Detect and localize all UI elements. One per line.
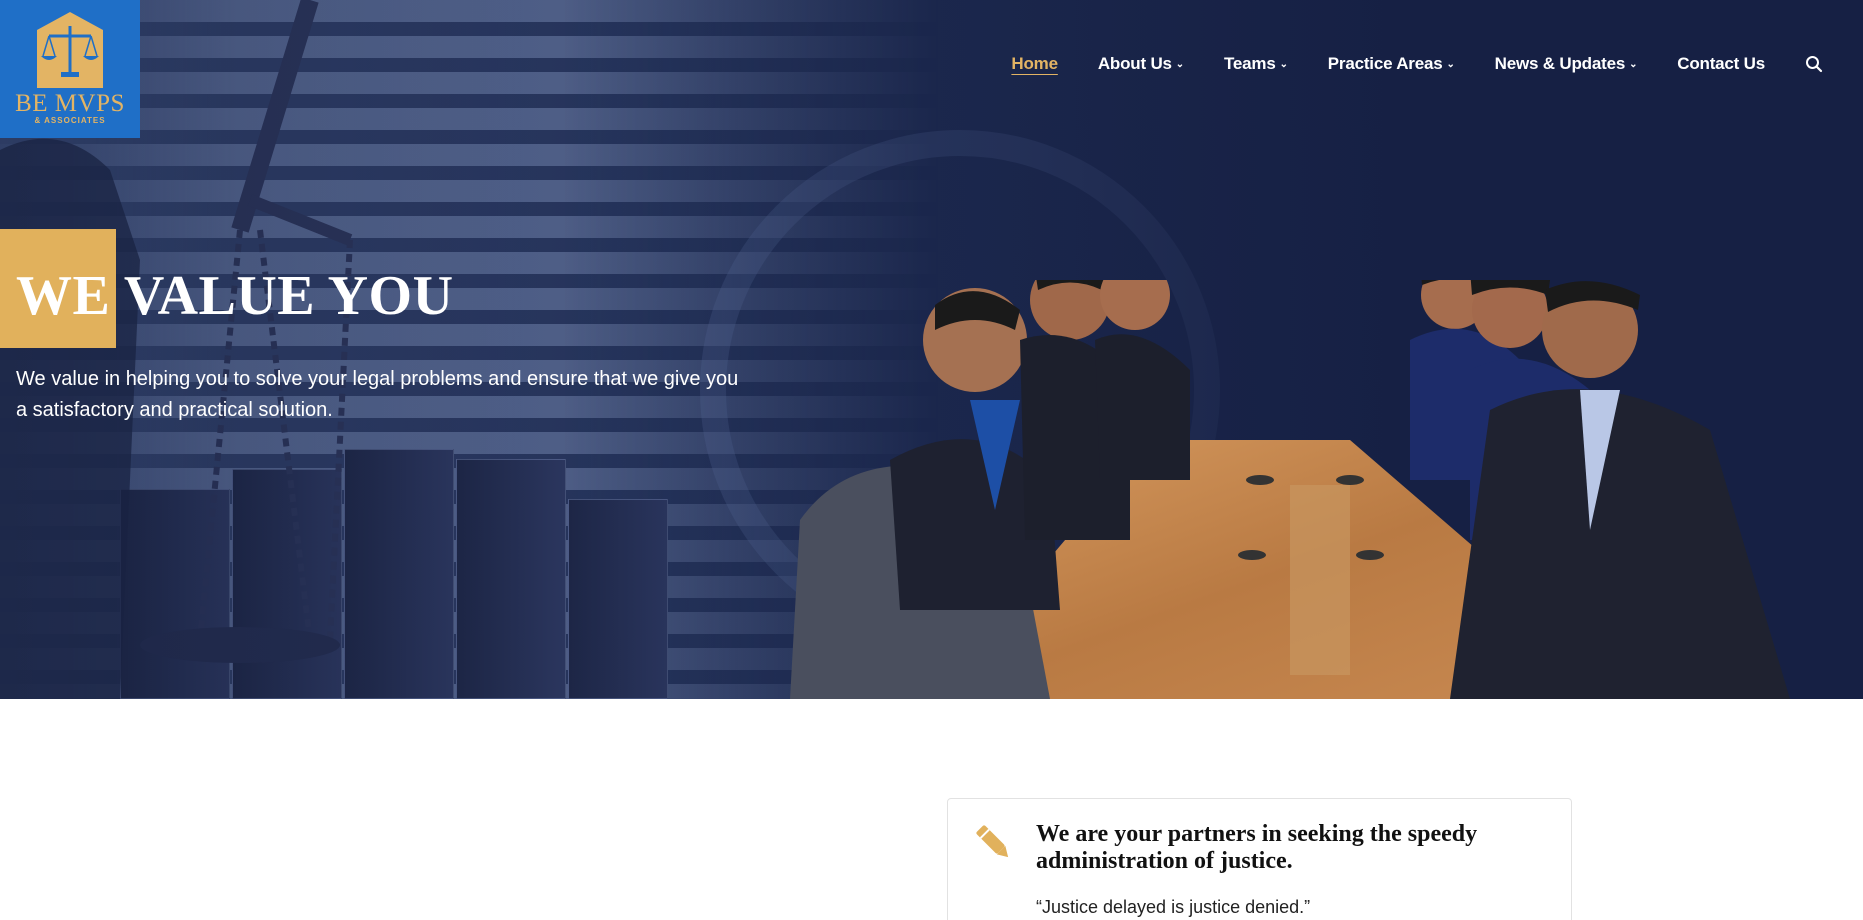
main-nav: Home About Us ⌄ Teams ⌄ Practice Areas ⌄…	[971, 54, 1823, 74]
card-title: We are your partners in seeking the spee…	[1036, 821, 1478, 874]
nav-home[interactable]: Home	[1011, 54, 1058, 74]
nav-practice-areas[interactable]: Practice Areas ⌄	[1328, 54, 1455, 74]
nav-home-label: Home	[1011, 54, 1058, 73]
hero-headline: WE VALUE YOU	[16, 265, 454, 327]
nav-contact-us[interactable]: Contact Us	[1677, 54, 1765, 74]
nav-contact-us-label: Contact Us	[1677, 54, 1765, 73]
card-quote: “Justice delayed is justice denied.”	[1036, 897, 1311, 917]
chevron-down-icon: ⌄	[1175, 58, 1184, 70]
logo-subtitle: & ASSOCIATES	[34, 116, 106, 125]
nav-about-us-label: About Us	[1097, 54, 1172, 73]
pencil-icon	[976, 825, 1009, 858]
justice-card: We are your partners in seeking the spee…	[947, 798, 1572, 920]
team-photo	[790, 280, 1790, 699]
nav-teams-label: Teams	[1223, 54, 1276, 73]
chevron-down-icon: ⌄	[1279, 58, 1288, 70]
hero-subhead: We value in helping you to solve your le…	[16, 368, 739, 421]
nav-news-updates-label: News & Updates	[1494, 54, 1626, 73]
brand-logo[interactable]: BE MVPS & ASSOCIATES	[0, 0, 140, 138]
logo-name: BE MVPS	[15, 90, 125, 117]
nav-news-updates[interactable]: News & Updates ⌄	[1495, 54, 1638, 74]
scales-logo-icon	[37, 12, 103, 88]
search-icon[interactable]	[1805, 55, 1823, 73]
chevron-down-icon: ⌄	[1629, 58, 1638, 70]
nav-practice-areas-label: Practice Areas	[1327, 54, 1443, 73]
nav-about-us[interactable]: About Us ⌄	[1098, 54, 1184, 74]
hero-banner: BE MVPS & ASSOCIATES Home About Us ⌄ Tea…	[0, 0, 1863, 699]
chevron-down-icon: ⌄	[1446, 58, 1455, 70]
nav-teams[interactable]: Teams ⌄	[1224, 54, 1288, 74]
